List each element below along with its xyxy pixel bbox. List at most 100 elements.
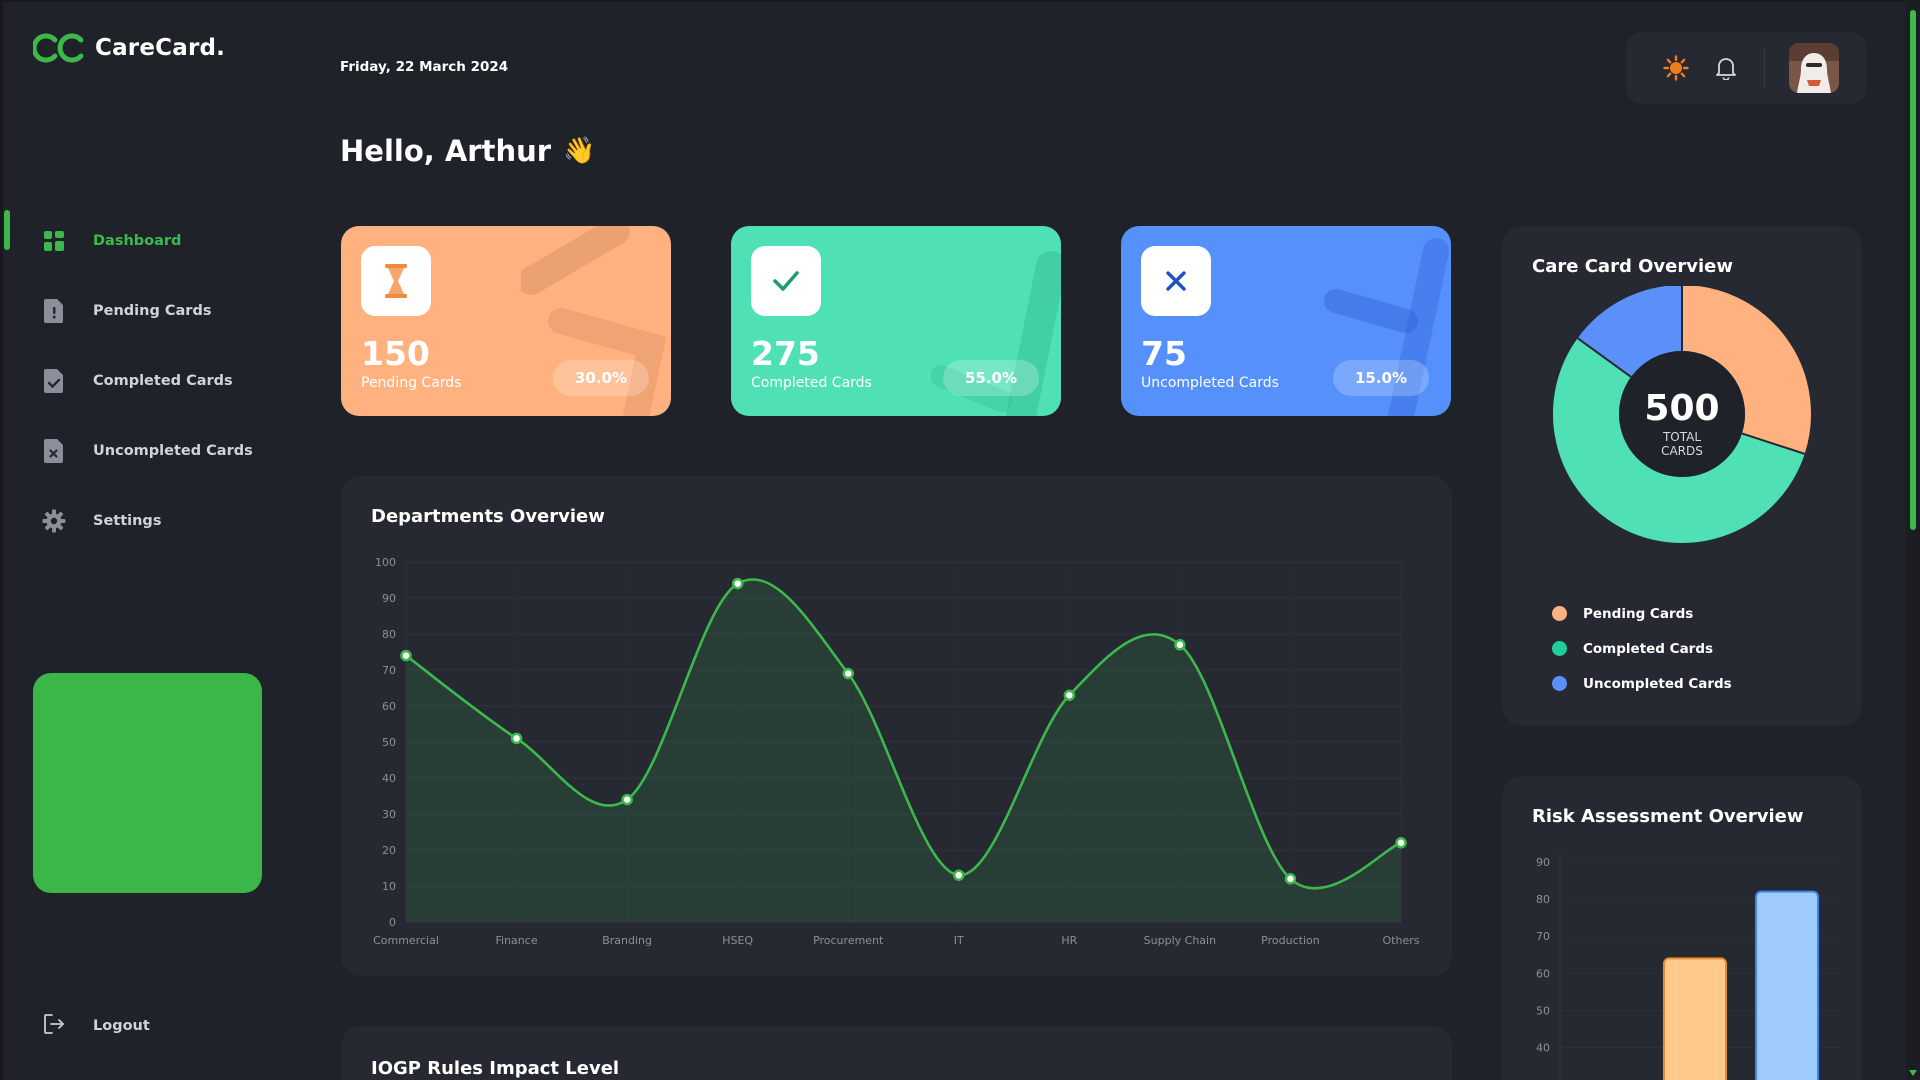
area-fill — [406, 579, 1401, 922]
departments-area-chart: 0 10 20 30 40 50 60 70 80 90 100 Commercial Finance B… — [373, 556, 1420, 947]
check-icon — [751, 246, 821, 316]
scroll-down-arrow-icon[interactable] — [1909, 1070, 1917, 1076]
x-tick-label: HSEQ — [722, 934, 753, 947]
y-tick-label: 70 — [382, 664, 396, 677]
logout-label: Logout — [93, 1018, 150, 1034]
greeting-text: Hello, Arthur — [340, 134, 552, 168]
stat-value: 150 — [361, 334, 430, 373]
close-icon — [1141, 246, 1211, 316]
theme-toggle-button[interactable] — [1658, 50, 1694, 86]
risk-bar — [1663, 957, 1727, 1080]
sidebar-nav: Dashboard Pending Cards Completed Cards … — [0, 206, 300, 556]
legend-label: Uncompleted Cards — [1583, 675, 1732, 692]
y-tick-label: 60 — [382, 700, 396, 713]
y-tick-label: 70 — [1536, 930, 1550, 943]
x-tick-label: Supply Chain — [1144, 934, 1216, 947]
sidebar-item-uncompleted-cards[interactable]: Uncompleted Cards — [0, 416, 300, 486]
legend-dot — [1552, 641, 1567, 656]
panel-title: IOGP Rules Impact Level — [371, 1058, 620, 1079]
y-tick-label: 90 — [382, 592, 396, 605]
y-tick-label: 10 — [382, 880, 396, 893]
app-name: CareCard. — [95, 35, 226, 61]
avatar-image — [1789, 43, 1839, 93]
uncompleted-file-icon — [42, 439, 66, 463]
y-tick-label: 0 — [389, 916, 396, 929]
page-scrollbar[interactable] — [1906, 0, 1920, 1080]
completed-cards-stat[interactable]: 275 Completed Cards 55.0% — [731, 226, 1061, 416]
legend-item-completed[interactable]: Completed Cards — [1552, 631, 1732, 666]
y-tick-label: 80 — [1536, 893, 1550, 906]
gear-icon — [42, 509, 66, 533]
legend-dot — [1552, 676, 1567, 691]
x-tick-label: Production — [1261, 934, 1320, 947]
stat-label: Uncompleted Cards — [1141, 375, 1279, 391]
y-tick-label: 100 — [375, 556, 396, 569]
notifications-button[interactable] — [1708, 50, 1744, 86]
window-frame-top — [0, 0, 1920, 2]
risk-bar-chart: 40 50 60 70 80 90 — [1536, 852, 1842, 1080]
greeting-heading: Hello, Arthur 👋 — [340, 134, 595, 168]
donut-total-value: 500 — [1644, 388, 1719, 429]
care-card-overview-panel: Care Card Overview 500 TOTAL CARDS Pendi… — [1502, 226, 1862, 726]
care-card-donut-chart: 500 TOTAL CARDS — [1553, 286, 1811, 543]
legend-item-pending[interactable]: Pending Cards — [1552, 596, 1732, 631]
stat-percent-badge: 55.0% — [943, 360, 1039, 396]
stat-label: Pending Cards — [361, 375, 462, 391]
waving-hand-icon: 👋 — [563, 136, 596, 166]
completed-file-icon — [42, 369, 66, 393]
panel-title: Care Card Overview — [1532, 256, 1733, 277]
donut-total-label-line-2: CARDS — [1661, 444, 1703, 458]
logout-button[interactable]: Logout — [42, 1012, 150, 1040]
sidebar-item-label: Uncompleted Cards — [93, 443, 253, 459]
y-tick-label: 40 — [382, 772, 396, 785]
y-tick-label: 30 — [382, 808, 396, 821]
top-action-bar — [1626, 32, 1866, 104]
data-point — [1174, 639, 1186, 651]
uncompleted-cards-stat[interactable]: 75 Uncompleted Cards 15.0% — [1121, 226, 1451, 416]
x-tick-label: Commercial — [373, 934, 439, 947]
y-tick-label: 80 — [382, 628, 396, 641]
sidebar-promo-card — [33, 673, 262, 893]
dashboard-icon — [42, 229, 66, 253]
sidebar-item-label: Pending Cards — [93, 303, 212, 319]
donut-legend: Pending Cards Completed Cards Uncomplete… — [1552, 596, 1732, 701]
data-point — [621, 793, 633, 806]
x-tick-label: HR — [1061, 934, 1077, 947]
scrollbar-thumb[interactable] — [1910, 10, 1916, 530]
y-tick-label: 60 — [1536, 967, 1550, 980]
data-point — [1284, 873, 1297, 885]
carecard-logo-icon — [33, 33, 84, 63]
sun-icon — [1663, 55, 1689, 81]
data-point — [731, 577, 744, 590]
bell-icon — [1716, 58, 1736, 80]
legend-dot — [1552, 606, 1567, 621]
hourglass-icon — [361, 246, 431, 316]
y-tick-label: 40 — [1536, 1041, 1550, 1054]
sidebar-item-dashboard[interactable]: Dashboard — [0, 206, 300, 276]
donut-total-label-line-1: TOTAL — [1662, 430, 1701, 444]
data-point — [953, 869, 965, 881]
current-date: Friday, 22 March 2024 — [340, 59, 509, 75]
sidebar-item-completed-cards[interactable]: Completed Cards — [0, 346, 300, 416]
pending-cards-stat[interactable]: 150 Pending Cards 30.0% — [341, 226, 671, 416]
sidebar-item-pending-cards[interactable]: Pending Cards — [0, 276, 300, 346]
risk-assessment-panel: Risk Assessment Overview 40 50 60 70 80 90 — [1502, 776, 1862, 1080]
iogp-rules-panel: IOGP Rules Impact Level — [341, 1026, 1452, 1080]
y-tick-label: 50 — [382, 736, 396, 749]
legend-label: Pending Cards — [1583, 605, 1694, 622]
x-tick-label: Others — [1383, 934, 1420, 947]
sidebar-item-label: Completed Cards — [93, 373, 233, 389]
pending-file-icon — [42, 299, 66, 323]
sidebar-item-label: Settings — [93, 513, 162, 529]
data-point — [842, 667, 854, 680]
sidebar-item-settings[interactable]: Settings — [0, 486, 300, 556]
y-tick-label: 90 — [1536, 856, 1550, 869]
stat-value: 75 — [1141, 334, 1187, 373]
legend-item-uncompleted[interactable]: Uncompleted Cards — [1552, 666, 1732, 701]
user-avatar[interactable] — [1789, 43, 1839, 93]
stat-percent-badge: 30.0% — [553, 360, 649, 396]
sidebar-item-label: Dashboard — [93, 233, 182, 249]
data-point — [510, 732, 523, 745]
app-logo[interactable]: CareCard. — [33, 32, 225, 64]
logout-icon — [42, 1012, 66, 1040]
